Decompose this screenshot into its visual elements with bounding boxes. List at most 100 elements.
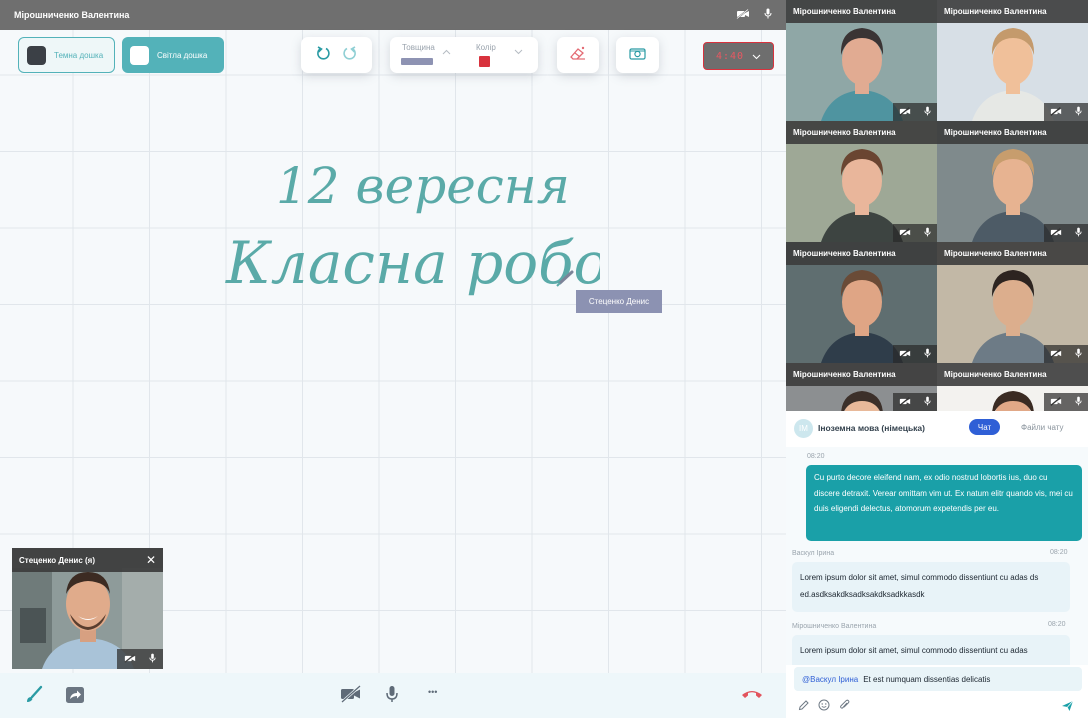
camera-off-icon[interactable] — [736, 6, 750, 24]
message-author: Мірошниченко Валентина — [792, 623, 877, 630]
participant-controls — [893, 224, 937, 242]
mic-icon[interactable] — [924, 393, 931, 411]
incoming-message: Lorem ipsum dolor sit amet, simul commod… — [792, 562, 1070, 612]
self-preview-header: Стеценко Денис (я) ✕ — [12, 548, 163, 572]
chat-title: Іноземна мова (німецька) — [818, 423, 925, 433]
dark-board-button[interactable]: Темна дошка — [18, 37, 115, 73]
chat-messages[interactable]: 08:20 Cu purto decore eleifend nam, ex o… — [786, 447, 1088, 665]
participant-name: Мірошниченко Валентина — [786, 363, 937, 386]
self-preview-controls — [117, 649, 163, 669]
mic-icon[interactable] — [1075, 393, 1082, 411]
participant-name: Мірошниченко Валентина — [786, 0, 937, 23]
participant-tile[interactable]: Мірошниченко Валентина — [937, 363, 1088, 411]
self-preview-name: Стеценко Денис (я) — [19, 555, 96, 565]
light-board-label: Світла дошка — [157, 50, 208, 60]
message-time: 08:20 — [807, 453, 825, 460]
message-time: 08:20 — [1050, 549, 1068, 556]
eraser-icon — [569, 45, 587, 66]
dark-board-label: Темна дошка — [54, 50, 104, 60]
undo-redo-group — [301, 37, 372, 73]
redo-icon[interactable] — [342, 45, 358, 66]
chevron-down-icon — [514, 47, 523, 57]
mic-icon[interactable] — [1075, 103, 1082, 121]
camera-off-icon[interactable] — [124, 650, 136, 668]
handwriting-line-1: 12 вересня — [276, 157, 570, 215]
camera-off-icon[interactable] — [1050, 393, 1062, 411]
attachment-icon[interactable] — [839, 698, 850, 716]
participant-controls — [1044, 103, 1088, 121]
camera-off-icon[interactable] — [899, 103, 911, 121]
color-select[interactable]: Колір — [464, 37, 538, 73]
brush-icon[interactable] — [24, 685, 44, 710]
participant-name: Мірошниченко Валентина — [937, 0, 1088, 23]
pencil-icon[interactable] — [798, 698, 809, 716]
handwritten-text: 12 вересня Класна робота — [225, 157, 600, 297]
participant-video-grid: Мірошниченко Валентина Мірошниченко Вален… — [786, 0, 1088, 411]
screenshot-button[interactable] — [616, 37, 659, 73]
dark-swatch — [27, 45, 46, 65]
participant-controls — [1044, 393, 1088, 411]
camera-off-icon[interactable] — [340, 685, 362, 708]
participant-controls — [1044, 345, 1088, 363]
participant-tile[interactable]: Мірошниченко Валентина — [786, 363, 937, 411]
mic-icon[interactable] — [1075, 224, 1082, 242]
participant-name: Мірошниченко Валентина — [937, 363, 1088, 386]
hangup-icon[interactable] — [741, 687, 763, 705]
whiteboard[interactable]: Мірошниченко Валентина Темна дошка Світл… — [0, 0, 786, 718]
camera-off-icon[interactable] — [1050, 345, 1062, 363]
self-video-preview[interactable]: Стеценко Денис (я) ✕ — [12, 548, 163, 669]
color-swatch — [479, 56, 490, 67]
camera-off-icon[interactable] — [1050, 224, 1062, 242]
mic-icon[interactable] — [386, 685, 398, 708]
light-swatch — [130, 45, 149, 65]
chevron-up-icon — [442, 47, 451, 57]
thickness-preview — [401, 58, 433, 65]
timer-dropdown[interactable]: 4:40 — [703, 42, 774, 70]
message-author: Васкул Ірина — [792, 550, 835, 557]
send-icon[interactable] — [1061, 699, 1074, 717]
camera-off-icon[interactable] — [1050, 103, 1062, 121]
camera-off-icon[interactable] — [899, 393, 911, 411]
participant-tile[interactable]: Мірошниченко Валентина — [786, 242, 937, 363]
message-time: 08:20 — [1048, 621, 1066, 628]
camera-off-icon[interactable] — [899, 224, 911, 242]
participant-tile[interactable]: Мірошниченко Валентина — [786, 121, 937, 242]
mic-icon[interactable] — [924, 345, 931, 363]
mic-icon[interactable] — [1075, 345, 1082, 363]
eraser-button[interactable] — [557, 37, 599, 73]
camera-icon — [629, 46, 646, 65]
mic-icon[interactable] — [924, 103, 931, 121]
undo-icon[interactable] — [315, 45, 331, 66]
emoji-icon[interactable] — [818, 698, 830, 716]
share-icon[interactable] — [65, 685, 85, 710]
mic-icon[interactable] — [149, 650, 156, 668]
participant-name: Мірошниченко Валентина — [937, 242, 1088, 265]
participant-tile[interactable]: Мірошниченко Валентина — [937, 121, 1088, 242]
camera-off-icon[interactable] — [899, 345, 911, 363]
presenter-name: Мірошниченко Валентина — [14, 10, 130, 20]
outgoing-message: Cu purto decore eleifend nam, ex odio no… — [806, 465, 1082, 541]
tab-chat-files[interactable]: Файли чату — [1021, 423, 1064, 432]
message-input[interactable]: @Васкул Ірина Et est numquam dissentias … — [794, 667, 1082, 691]
more-icon[interactable]: ••• — [428, 687, 437, 697]
avatar: ІМ — [794, 419, 813, 438]
mic-icon[interactable] — [924, 224, 931, 242]
participant-tile[interactable]: Мірошниченко Валентина — [786, 0, 937, 121]
mic-icon[interactable] — [764, 6, 772, 24]
light-board-button[interactable]: Світла дошка — [122, 37, 224, 73]
handwriting-line-2: Класна робота — [225, 229, 600, 297]
thickness-label: Товщина — [402, 43, 435, 52]
participant-name: Мірошниченко Валентина — [786, 121, 937, 144]
bottom-toolbar: ••• — [0, 673, 786, 718]
participant-name: Мірошниченко Валентина — [937, 121, 1088, 144]
participant-controls — [893, 393, 937, 411]
participant-tile[interactable]: Мірошниченко Валентина — [937, 242, 1088, 363]
input-tools — [798, 698, 850, 716]
participant-tile[interactable]: Мірошниченко Валентина — [937, 0, 1088, 121]
thickness-select[interactable]: Товщина — [390, 37, 464, 73]
incoming-message: Lorem ipsum dolor sit amet, simul commod… — [792, 635, 1070, 665]
participant-name: Мірошниченко Валентина — [786, 242, 937, 265]
pen-properties: Товщина Колір — [390, 37, 538, 73]
close-icon[interactable]: ✕ — [146, 553, 156, 567]
tab-chat[interactable]: Чат — [969, 419, 1000, 435]
